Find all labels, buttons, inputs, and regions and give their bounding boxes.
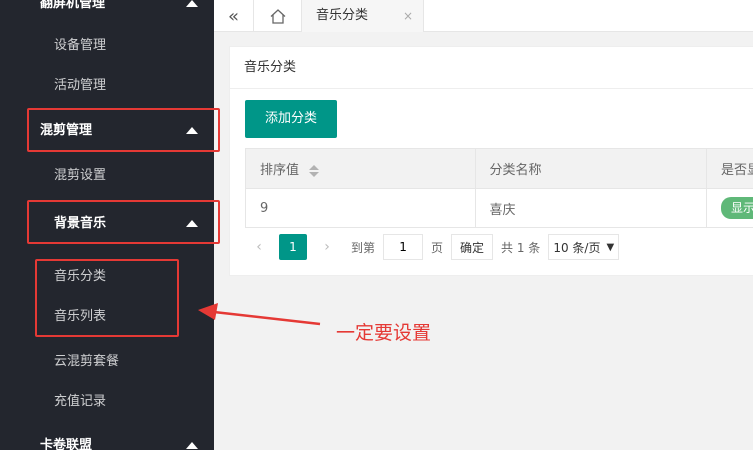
page-size-value: 10 条/页 — [553, 240, 601, 255]
annotation-arrow-icon — [198, 303, 321, 326]
caret-up-icon — [186, 0, 198, 7]
menu-device-management[interactable]: 设备管理 — [0, 28, 214, 64]
tab-bar: « 音乐分类 × — [214, 0, 753, 32]
menu-music-category[interactable]: 音乐分类 — [0, 259, 214, 295]
page-size-select[interactable]: 10 条/页 ▼ — [548, 234, 620, 260]
menu-flip-machine[interactable]: 翻屏机管理 — [0, 0, 214, 22]
column-header-name: 分类名称 — [474, 148, 708, 189]
sort-icon[interactable] — [309, 164, 320, 177]
close-icon[interactable]: × — [403, 0, 413, 32]
double-chevron-left-icon[interactable]: « — [214, 0, 254, 32]
table-row: 9 喜庆 显示 — [245, 188, 753, 228]
goto-page-input[interactable] — [383, 234, 424, 260]
page-1-button[interactable]: 1 — [279, 234, 307, 260]
confirm-button[interactable]: 确定 — [451, 234, 494, 260]
menu-recharge-records[interactable]: 充值记录 — [0, 384, 214, 420]
menu-music-list[interactable]: 音乐列表 — [0, 299, 214, 335]
annotation-text: 一定要设置 — [336, 322, 432, 344]
menu-card-coupon-alliance[interactable]: 卡卷联盟 — [0, 428, 214, 450]
menu-label: 音乐分类 — [54, 269, 107, 284]
caret-up-icon — [186, 442, 198, 449]
next-page-button[interactable]: › — [313, 234, 341, 260]
table-header-row: 排序值 分类名称 是否显示 — [245, 148, 753, 189]
tab-label: 音乐分类 — [316, 8, 369, 23]
menu-label: 活动管理 — [54, 78, 107, 93]
menu-label: 云混剪套餐 — [54, 354, 120, 369]
caret-up-icon — [186, 127, 198, 134]
cell-name: 喜庆 — [474, 188, 708, 228]
cell-sort: 9 — [245, 188, 476, 228]
cell-visible: 显示 — [706, 188, 753, 228]
menu-label: 混剪管理 — [40, 123, 93, 138]
category-table: 排序值 分类名称 是否显示 9 喜庆 显示 — [245, 148, 753, 228]
add-category-button[interactable]: 添加分类 — [245, 100, 337, 138]
status-badge[interactable]: 显示 — [721, 197, 753, 219]
menu-label: 背景音乐 — [54, 216, 107, 231]
menu-label: 翻屏机管理 — [40, 0, 106, 11]
menu-mix-settings[interactable]: 混剪设置 — [0, 158, 214, 194]
menu-label: 混剪设置 — [54, 168, 107, 183]
menu-mix-management[interactable]: 混剪管理 — [0, 113, 214, 149]
card-title: 音乐分类 — [230, 47, 753, 89]
menu-label: 音乐列表 — [54, 309, 107, 324]
menu-label: 充值记录 — [54, 394, 107, 409]
chevron-down-icon: ▼ — [606, 241, 615, 253]
home-icon[interactable] — [254, 0, 302, 32]
caret-up-icon — [186, 220, 198, 227]
content-card: 音乐分类 添加分类 排序值 分类名称 是否显示 9 喜庆 显示 ‹ 1 › 到第… — [229, 46, 753, 276]
tab-music-category[interactable]: 音乐分类 × — [302, 0, 424, 32]
goto-label: 到第 — [351, 240, 376, 255]
total-count: 共 1 条 — [501, 240, 541, 255]
column-header-sort[interactable]: 排序值 — [245, 148, 476, 189]
column-header-visible: 是否显示 — [706, 148, 753, 189]
sidebar: 翻屏机管理 设备管理 活动管理 混剪管理 混剪设置 背景音乐 音乐分类 音乐列表… — [0, 0, 214, 450]
menu-label: 设备管理 — [54, 38, 107, 53]
menu-label: 卡卷联盟 — [40, 438, 93, 450]
menu-cloud-mix-package[interactable]: 云混剪套餐 — [0, 344, 214, 380]
pagination: ‹ 1 › 到第 页 确定 共 1 条 10 条/页 ▼ — [245, 233, 620, 261]
page-unit-label: 页 — [431, 240, 444, 255]
menu-activity-management[interactable]: 活动管理 — [0, 68, 214, 104]
menu-background-music[interactable]: 背景音乐 — [0, 206, 214, 242]
header-label: 排序值 — [260, 163, 300, 178]
prev-page-button[interactable]: ‹ — [245, 234, 273, 260]
